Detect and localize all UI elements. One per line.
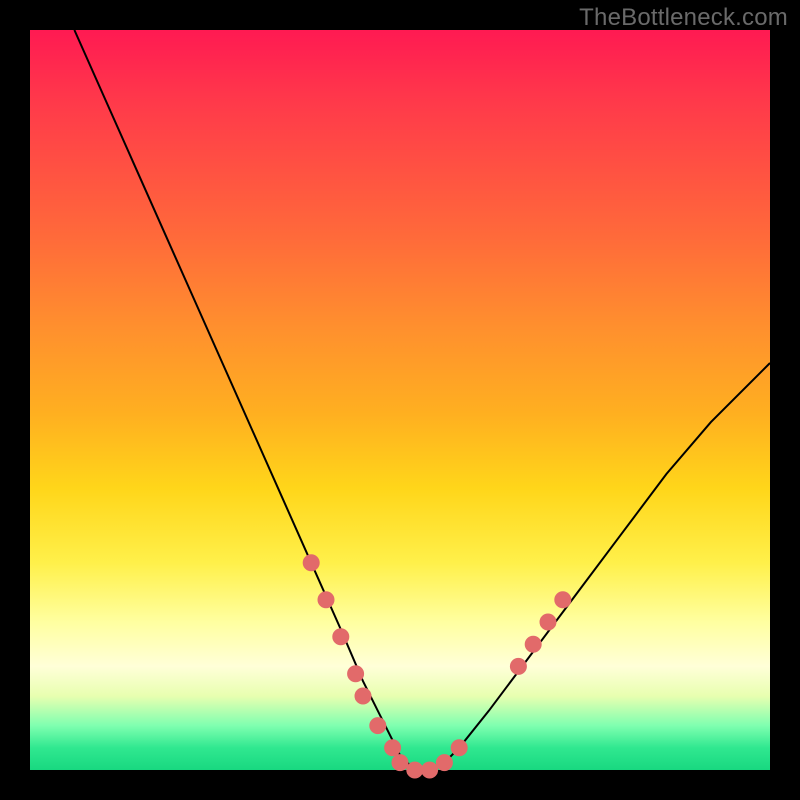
curve-marker xyxy=(555,592,571,608)
curve-marker xyxy=(436,755,452,771)
curve-marker xyxy=(510,658,526,674)
curve-marker xyxy=(370,718,386,734)
curve-marker xyxy=(407,762,423,778)
chart-svg xyxy=(30,30,770,770)
curve-marker xyxy=(451,740,467,756)
curve-marker xyxy=(348,666,364,682)
curve-marker xyxy=(303,555,319,571)
curve-marker xyxy=(392,755,408,771)
curve-marker xyxy=(540,614,556,630)
curve-marker xyxy=(422,762,438,778)
watermark-text: TheBottleneck.com xyxy=(579,4,788,32)
bottleneck-curve xyxy=(74,30,770,770)
plot-area xyxy=(30,30,770,770)
curve-markers xyxy=(303,555,571,778)
curve-marker xyxy=(385,740,401,756)
chart-frame: TheBottleneck.com xyxy=(0,0,800,800)
curve-marker xyxy=(355,688,371,704)
curve-marker xyxy=(333,629,349,645)
curve-marker xyxy=(525,636,541,652)
curve-marker xyxy=(318,592,334,608)
